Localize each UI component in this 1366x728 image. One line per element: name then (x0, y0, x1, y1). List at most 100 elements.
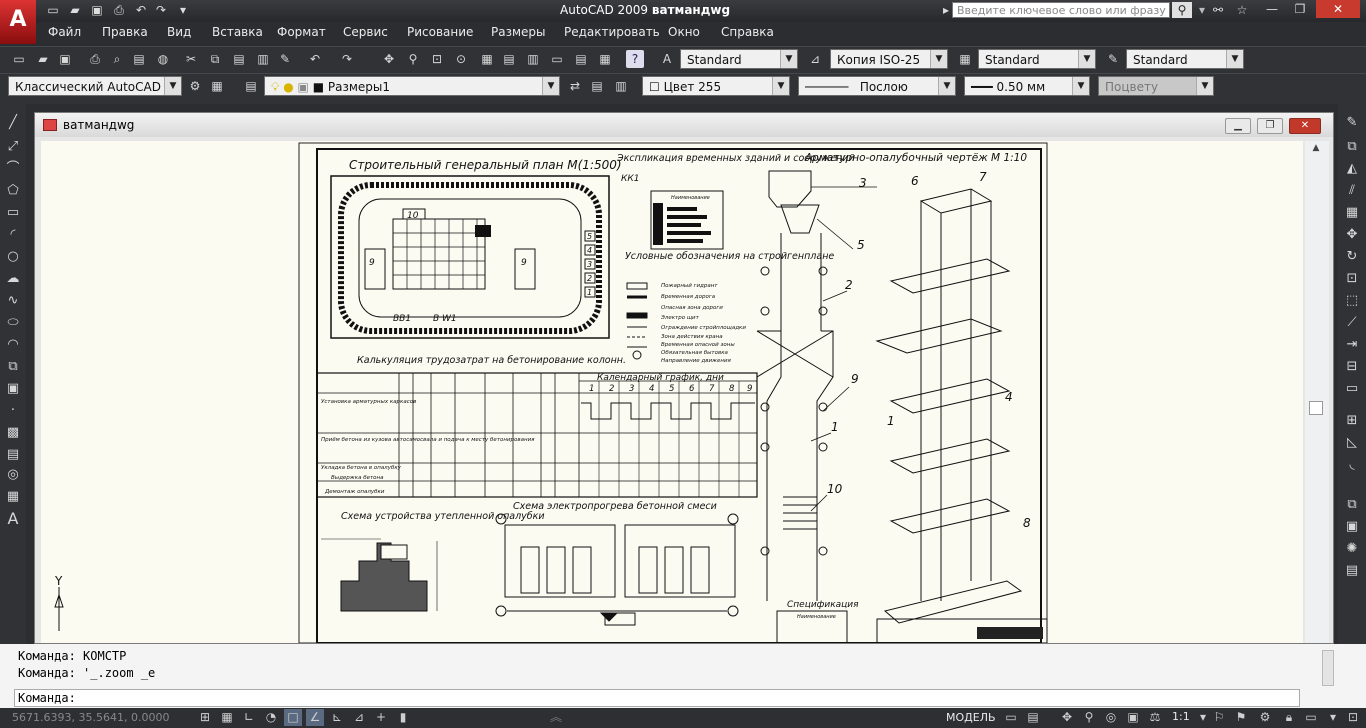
properties-icon[interactable]: ▦ (478, 50, 496, 68)
undo-icon[interactable]: ↶ (306, 50, 324, 68)
drawing-restore-button[interactable]: ❐ (1257, 118, 1283, 134)
mleader-style-icon[interactable]: ✎ (1104, 50, 1122, 68)
ortho-mode-icon[interactable]: ∟ (240, 709, 258, 726)
redo-icon[interactable]: ↷ (338, 50, 356, 68)
table-style-select[interactable]: Standard ▼ (978, 49, 1096, 69)
layer-properties-icon[interactable]: ▤ (242, 77, 260, 95)
search-input[interactable]: Введите ключевое слово или фразу (952, 2, 1170, 18)
coordinates-readout[interactable]: 5671.6393, 35.5641, 0.0000 (12, 711, 169, 724)
menu-tools[interactable]: Сервис (343, 25, 388, 39)
menu-insert[interactable]: Вставка (212, 25, 263, 39)
annotation-scale-value[interactable]: 1:1 (1172, 710, 1190, 723)
minimize-button[interactable]: — (1258, 0, 1286, 18)
workspace-switching-icon[interactable]: ⚙ (1256, 709, 1274, 726)
polar-tracking-icon[interactable]: ◔ (262, 709, 280, 726)
menu-dimension[interactable]: Размеры (491, 25, 546, 39)
application-menu-button[interactable]: A (0, 0, 36, 44)
stretch-icon[interactable]: ⬚ (1342, 292, 1362, 310)
undo-icon[interactable]: ↶ (132, 2, 150, 19)
block-editor-icon[interactable]: ✎ (276, 50, 294, 68)
match-properties-icon[interactable]: ▥ (254, 50, 272, 68)
snap-mode-icon[interactable]: ⊞ (196, 709, 214, 726)
markup-icon[interactable]: ▤ (572, 50, 590, 68)
workspace-select[interactable]: Классический AutoCAD ▼ (8, 76, 182, 96)
menu-draw[interactable]: Рисование (407, 25, 473, 39)
pan-icon[interactable]: ✥ (380, 50, 398, 68)
qnew-icon[interactable]: ▭ (10, 50, 28, 68)
linetype-select[interactable]: ────── Послою ▼ (798, 76, 956, 96)
layer-previous-icon[interactable]: ▤ (588, 77, 606, 95)
sheet-set-icon[interactable]: ▭ (548, 50, 566, 68)
trim-icon[interactable]: ⟋ (1342, 314, 1362, 332)
chamfer-icon[interactable]: ◺ (1342, 434, 1362, 452)
rotate-icon[interactable]: ↻ (1342, 248, 1362, 266)
drawing-close-button[interactable]: ✕ (1289, 118, 1321, 134)
make-current-layer-icon[interactable]: ⇄ (566, 77, 584, 95)
zoom-previous-icon[interactable]: ⊙ (452, 50, 470, 68)
model-space-button[interactable]: МОДЕЛЬ (946, 711, 996, 724)
copy-icon[interactable]: ⧉ (206, 50, 224, 68)
command-scrollbar[interactable] (1322, 650, 1334, 686)
publish-icon[interactable]: ▤ (130, 50, 148, 68)
open-icon[interactable]: ▰ (34, 50, 52, 68)
clean-screen-icon[interactable]: ▭ (1302, 709, 1320, 726)
save-icon[interactable]: ▣ (88, 2, 106, 19)
favorites-icon[interactable]: ☆ (1232, 2, 1252, 18)
hatch-icon[interactable]: ▩ (3, 424, 23, 442)
menu-view[interactable]: Вид (167, 25, 191, 39)
tool-palettes-icon[interactable]: ▥ (524, 50, 542, 68)
ellipse-arc-icon[interactable]: ◠ (3, 336, 23, 354)
3d-dwf-icon[interactable]: ◍ (154, 50, 172, 68)
fillet-icon[interactable]: ◟ (1342, 456, 1362, 474)
layout-tabs-icon[interactable]: ▤ (1024, 709, 1042, 726)
quickcalc-icon[interactable]: ▦ (596, 50, 614, 68)
layer-select[interactable]: 💡︎ ● ▣ ■ Размеры1 ▼ (264, 76, 560, 96)
scale-icon[interactable]: ⊡ (1342, 270, 1362, 288)
mirror-icon[interactable]: ◭ (1342, 160, 1362, 178)
annotation-visibility-icon[interactable]: ⚐ (1210, 709, 1228, 726)
object-snap-tracking-icon[interactable]: ∠ (306, 709, 324, 726)
make-block-icon[interactable]: ▣ (3, 380, 23, 398)
polyline-icon[interactable]: ⌒ (3, 160, 23, 178)
pan-status-icon[interactable]: ✥ (1058, 709, 1076, 726)
close-button[interactable]: ✕ (1316, 0, 1360, 18)
array-icon[interactable]: ▦ (1342, 204, 1362, 222)
menu-file[interactable]: Файл (48, 25, 81, 39)
plot-preview-icon[interactable]: ⌕ (108, 50, 126, 68)
construction-line-icon[interactable]: ⤢ (3, 138, 23, 156)
circle-icon[interactable]: ○ (3, 248, 23, 266)
break-at-point-icon[interactable]: ⊟ (1342, 358, 1362, 376)
draw-order-icon[interactable]: ⧉ (1342, 496, 1362, 514)
vertical-scrollbar[interactable]: ▲ (1305, 141, 1329, 643)
steering-wheel-icon[interactable]: ◎ (1102, 709, 1120, 726)
open-file-icon[interactable]: ▰ (66, 2, 84, 19)
zoom-status-icon[interactable]: ⚲ (1080, 709, 1098, 726)
table-style-icon[interactable]: ▦ (956, 50, 974, 68)
restore-button[interactable]: ❐ (1286, 0, 1314, 18)
dynamic-input-icon[interactable]: ⊿ (350, 709, 368, 726)
properties-palette-icon[interactable]: ▤ (1342, 562, 1362, 580)
plot-icon[interactable]: ⎙ (110, 2, 128, 19)
erase-icon[interactable]: ✎ (1342, 114, 1362, 132)
point-icon[interactable]: · (3, 402, 23, 420)
zoom-realtime-icon[interactable]: ⚲ (404, 50, 422, 68)
scroll-up-icon[interactable]: ▲ (1309, 143, 1323, 157)
drawing-minimize-button[interactable]: ▁ (1225, 118, 1251, 134)
lineweight-select[interactable]: ━━━ 0.50 мм ▼ (964, 76, 1090, 96)
search-icon[interactable]: ⚲ (1172, 2, 1192, 18)
command-input[interactable]: Команда: (14, 689, 1300, 707)
spline-icon[interactable]: ∿ (3, 292, 23, 310)
new-file-icon[interactable]: ▭ (44, 2, 62, 19)
save-icon[interactable]: ▣ (56, 50, 74, 68)
expand-tray-icon[interactable]: ︽ (536, 709, 576, 726)
lineweight-toggle-icon[interactable]: + (372, 709, 390, 726)
join-icon[interactable]: ⊞ (1342, 412, 1362, 430)
showmotion-icon[interactable]: ▣ (1124, 709, 1142, 726)
polygon-icon[interactable]: ⬠ (3, 182, 23, 200)
layout-icon[interactable]: ▭ (1002, 709, 1020, 726)
scroll-thumb[interactable] (1309, 401, 1323, 415)
mleader-style-select[interactable]: Standard ▼ (1126, 49, 1244, 69)
text-style-icon[interactable]: A (658, 50, 676, 68)
table-icon[interactable]: ▦ (3, 488, 23, 506)
help-icon[interactable]: ? (626, 50, 644, 68)
